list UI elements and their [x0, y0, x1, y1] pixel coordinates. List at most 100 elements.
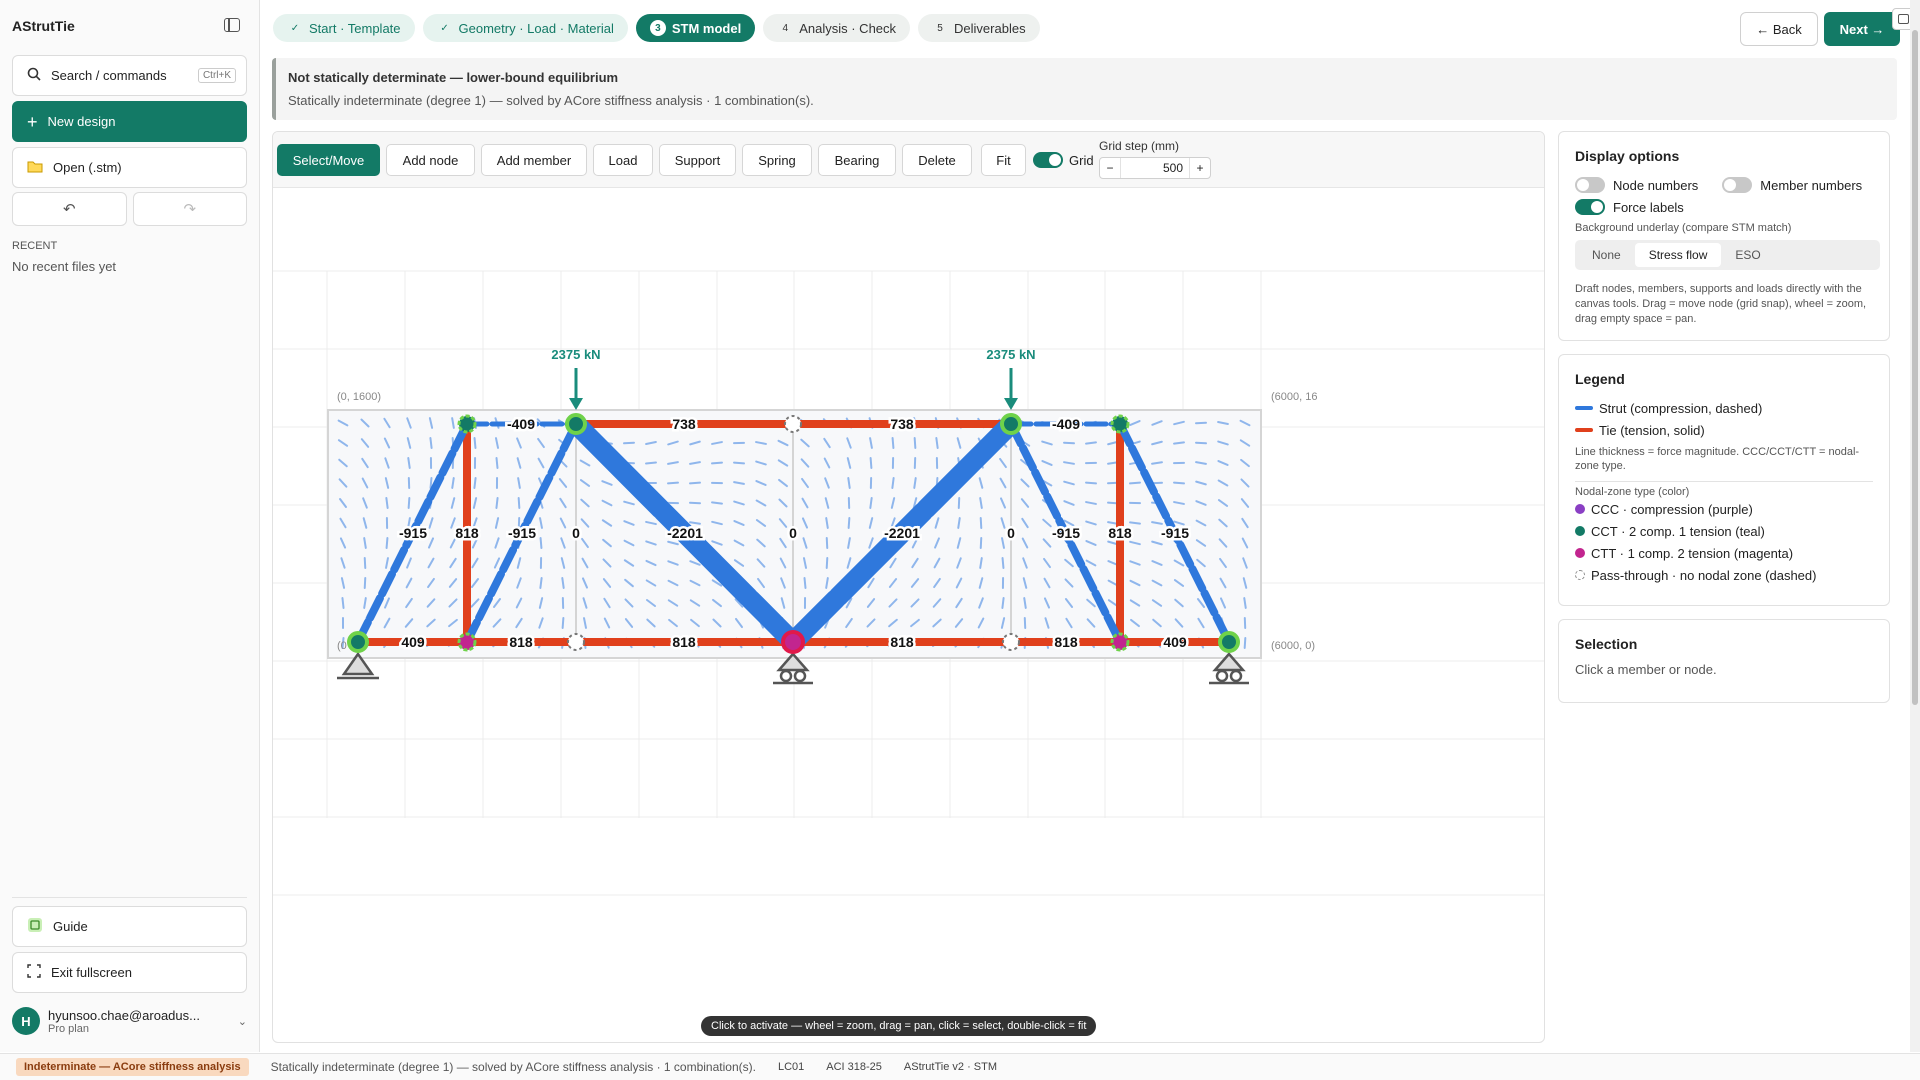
stress-flow-tick	[407, 457, 411, 469]
node-ctt[interactable]	[457, 632, 477, 652]
legend-nodal-heading: Nodal-zone type (color)	[1575, 486, 1690, 498]
tool-delete[interactable]: Delete	[902, 144, 972, 176]
stress-flow-tick	[689, 481, 701, 485]
node-numbers-label: Node numbers	[1613, 177, 1699, 193]
force-labels-switch[interactable]	[1575, 199, 1605, 215]
page-scrollbar[interactable]	[1910, 0, 1920, 1052]
legend-ccc-label: CCC · compression (purple)	[1591, 501, 1753, 517]
coord-top-left: (0, 1600)	[337, 391, 381, 403]
back-button[interactable]: ← Back	[1740, 12, 1818, 46]
node-cct[interactable]	[1218, 631, 1240, 653]
tool-support[interactable]: Support	[659, 144, 736, 176]
force-label: 0	[789, 525, 797, 541]
force-label: 818	[1108, 525, 1132, 541]
step-deliverables[interactable]: 5 Deliverables	[918, 14, 1040, 42]
member-numbers-toggle[interactable]: Member numbers	[1722, 174, 1862, 196]
load-arrow-left[interactable]: 2375 kN	[551, 347, 601, 410]
grid-toggle[interactable]: Grid	[1033, 152, 1094, 168]
status-badge: Indeterminate — ACore stiffness analysis	[16, 1058, 249, 1076]
chevron-down-icon: ⌄	[237, 1015, 247, 1028]
force-label: 738	[890, 416, 914, 432]
stress-flow-tick	[385, 497, 389, 509]
stress-flow-tick	[623, 441, 635, 445]
node-ctt-selected[interactable]	[781, 630, 805, 654]
grid-step-increment[interactable]: +	[1190, 158, 1210, 178]
stress-flow-tick	[645, 461, 657, 465]
grid-step-decrement[interactable]: −	[1100, 158, 1120, 178]
stress-flow-tick	[891, 477, 895, 489]
node-numbers-switch[interactable]	[1575, 177, 1605, 193]
guide-button[interactable]: Guide	[12, 906, 247, 947]
node-cct[interactable]	[1000, 413, 1022, 435]
stress-flow-tick	[979, 537, 983, 549]
coord-top-right: (6000, 16	[1271, 391, 1317, 403]
stress-flow-tick	[869, 497, 873, 509]
open-stm-button[interactable]: Open (.stm)	[12, 147, 247, 188]
avatar: H	[12, 1007, 40, 1035]
stress-flow-tick	[1085, 481, 1097, 485]
search-shortcut: Ctrl+K	[197, 68, 236, 83]
tool-bearing[interactable]: Bearing	[818, 144, 896, 176]
cct-swatch	[1575, 526, 1585, 536]
force-label: 818	[1054, 634, 1078, 650]
tool-load[interactable]: Load	[593, 144, 653, 176]
coord-bottom-left: (0	[337, 640, 347, 652]
grid-switch[interactable]	[1033, 152, 1063, 168]
next-button[interactable]: Next →	[1824, 12, 1900, 46]
node-pass-through[interactable]	[784, 415, 802, 433]
tool-select-move[interactable]: Select/Move	[277, 144, 380, 176]
step-analysis-check[interactable]: 4 Analysis · Check	[763, 14, 911, 42]
legend-pass-label: Pass-through · no nodal zone (dashed)	[1591, 567, 1817, 583]
underlay-option-stress-flow[interactable]: Stress flow	[1634, 243, 1722, 267]
step-geometry-load-material[interactable]: ✓ Geometry · Load · Material	[422, 14, 628, 42]
stress-flow-tick	[825, 557, 829, 569]
tool-add-member[interactable]: Add member	[481, 144, 587, 176]
underlay-option-none[interactable]: None	[1578, 243, 1635, 267]
step-label: Deliverables	[954, 20, 1026, 36]
node-cct[interactable]	[347, 631, 369, 653]
node-numbers-toggle[interactable]: Node numbers	[1575, 174, 1698, 196]
node-cct[interactable]	[565, 413, 587, 435]
force-label: 409	[1163, 634, 1187, 650]
strut-swatch	[1575, 406, 1593, 410]
search-commands-button[interactable]: Search / commands Ctrl+K	[12, 55, 247, 96]
node-pass-through[interactable]	[567, 633, 585, 651]
tool-spring[interactable]: Spring	[742, 144, 812, 176]
node-pass-through[interactable]	[1002, 633, 1020, 651]
user-menu[interactable]: H hyunsoo.chae@aroadus... Pro plan ⌄	[12, 1004, 247, 1038]
force-label: -409	[507, 416, 535, 432]
legend-divider	[1575, 481, 1873, 482]
new-design-button[interactable]: + New design	[12, 101, 247, 142]
underlay-option-eso[interactable]: ESO	[1721, 243, 1774, 267]
stm-drawing[interactable]: (0, 1600) (6000, 16 (0 (6000, 0) 2375 kN…	[273, 188, 1545, 1043]
recent-empty-text: No recent files yet	[12, 259, 117, 274]
undo-button[interactable]: ↶	[12, 192, 127, 226]
step-number: 3	[649, 20, 666, 36]
step-start-template[interactable]: ✓ Start · Template	[273, 14, 415, 42]
stress-flow-tick	[913, 437, 917, 449]
sidebar-collapse-icon[interactable]	[224, 18, 240, 32]
member-numbers-switch[interactable]	[1722, 177, 1753, 193]
exit-fullscreen-label: Exit fullscreen	[51, 965, 132, 980]
exit-fullscreen-button[interactable]: Exit fullscreen	[12, 952, 247, 993]
node-cct[interactable]	[457, 414, 477, 434]
grid-step-input[interactable]: 500	[1120, 158, 1190, 178]
force-label: 818	[890, 634, 914, 650]
step-stm-model[interactable]: 3 STM model	[635, 14, 756, 42]
tool-fit[interactable]: Fit	[981, 144, 1026, 176]
tool-add-node[interactable]: Add node	[386, 144, 475, 176]
stress-flow-tick	[561, 617, 565, 629]
node-cct[interactable]	[1110, 414, 1130, 434]
force-labels-toggle[interactable]: Force labels	[1575, 196, 1873, 218]
stress-flow-tick	[1085, 441, 1097, 445]
legend-strut: Strut (compression, dashed)	[1575, 397, 1873, 419]
ctt-swatch	[1575, 548, 1585, 558]
workflow-stepper: ✓ Start · Template ✓ Geometry · Load · Mat…	[273, 14, 1040, 42]
stress-flow-tick	[341, 597, 345, 609]
scrollbar-thumb[interactable]	[1912, 30, 1918, 705]
load-label: 2375 kN	[551, 347, 600, 362]
banner-subtitle: Statically indeterminate (degree 1) — so…	[288, 93, 814, 108]
node-ctt[interactable]	[1110, 632, 1130, 652]
user-plan: Pro plan	[48, 1022, 89, 1035]
redo-button[interactable]: ↷	[132, 192, 247, 226]
